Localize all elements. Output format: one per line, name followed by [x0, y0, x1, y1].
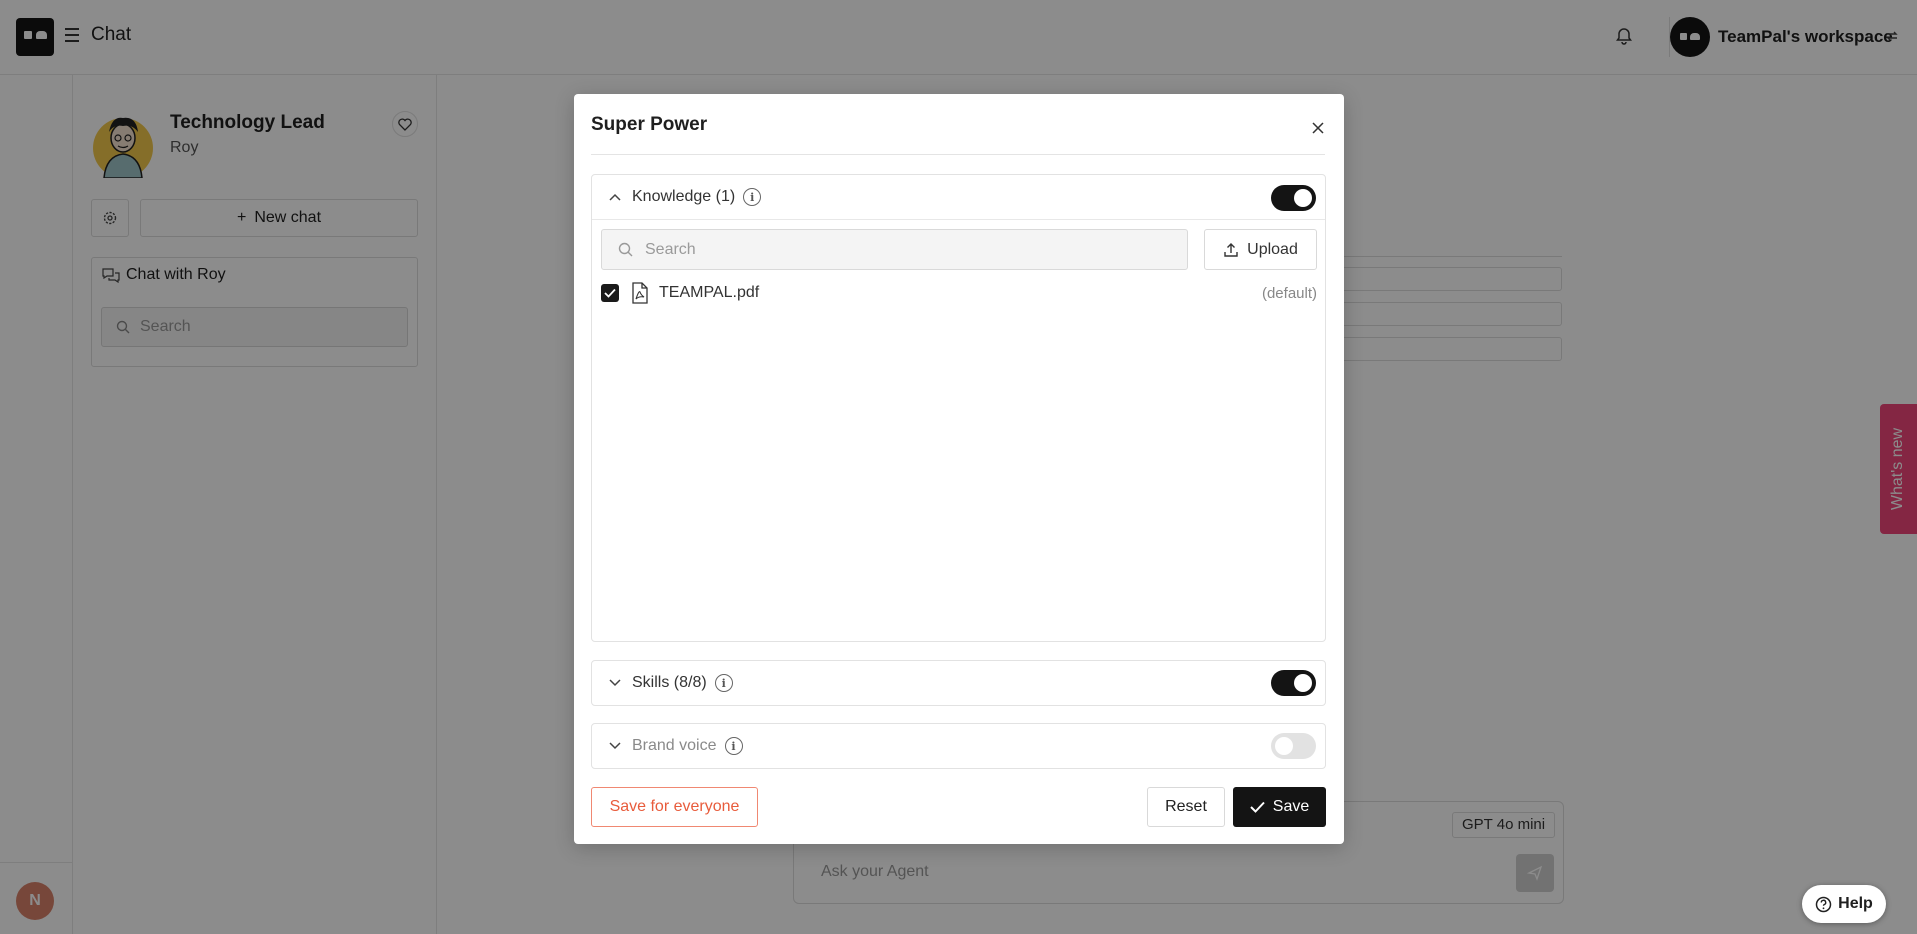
- knowledge-toggle[interactable]: [1271, 185, 1316, 211]
- brand-voice-title: Brand voice: [632, 737, 717, 755]
- close-button[interactable]: [1306, 116, 1330, 140]
- upload-label: Upload: [1247, 240, 1298, 258]
- info-icon[interactable]: i: [714, 674, 733, 692]
- reset-button[interactable]: Reset: [1147, 787, 1225, 827]
- divider: [592, 219, 1325, 220]
- brand-voice-header[interactable]: Brand voice i: [592, 724, 1325, 769]
- pdf-file-icon: [632, 282, 648, 304]
- file-row[interactable]: TEAMPAL.pdf (default): [601, 278, 1317, 308]
- chevron-down-icon[interactable]: [606, 674, 624, 692]
- info-icon[interactable]: i: [724, 737, 743, 755]
- brand-voice-label: Brand voice i: [632, 737, 743, 755]
- info-icon[interactable]: i: [743, 188, 762, 206]
- brand-voice-section: Brand voice i: [591, 723, 1326, 769]
- skills-section: Skills (8/8) i: [591, 660, 1326, 706]
- save-button[interactable]: Save: [1233, 787, 1326, 827]
- check-icon: [604, 288, 616, 298]
- question-circle-icon: [1815, 896, 1832, 912]
- save-label: Save: [1272, 798, 1310, 815]
- default-tag: (default): [1261, 285, 1317, 302]
- knowledge-header[interactable]: Knowledge (1) i: [592, 175, 1325, 220]
- file-name: TEAMPAL.pdf: [659, 284, 760, 301]
- save-for-everyone-button[interactable]: Save for everyone: [591, 787, 758, 827]
- chevron-up-icon[interactable]: [606, 188, 624, 206]
- upload-button[interactable]: Upload: [1204, 229, 1317, 270]
- dialog-title: Super Power: [591, 114, 708, 135]
- search-placeholder: Search: [645, 240, 696, 258]
- knowledge-label: Knowledge (1) i: [632, 188, 762, 206]
- help-button[interactable]: Help: [1802, 885, 1886, 923]
- skills-label: Skills (8/8) i: [632, 674, 733, 692]
- knowledge-search-input[interactable]: Search: [601, 229, 1188, 270]
- knowledge-title: Knowledge (1): [632, 188, 736, 206]
- help-label: Help: [1838, 895, 1873, 912]
- divider: [591, 154, 1325, 155]
- chevron-down-icon[interactable]: [606, 737, 624, 755]
- skills-header[interactable]: Skills (8/8) i: [592, 661, 1325, 706]
- search-icon: [618, 242, 633, 257]
- check-icon: [1250, 801, 1265, 813]
- brand-voice-toggle[interactable]: [1271, 733, 1316, 759]
- skills-toggle[interactable]: [1271, 670, 1316, 696]
- file-checkbox[interactable]: [601, 284, 619, 302]
- close-icon: [1312, 122, 1324, 134]
- skills-title: Skills (8/8): [632, 674, 707, 692]
- knowledge-section: Knowledge (1) i Search Upload TEAMPAL.pdf…: [591, 174, 1326, 642]
- upload-icon: [1224, 242, 1238, 257]
- super-power-dialog: Super Power Knowledge (1) i Search Upload: [574, 94, 1344, 844]
